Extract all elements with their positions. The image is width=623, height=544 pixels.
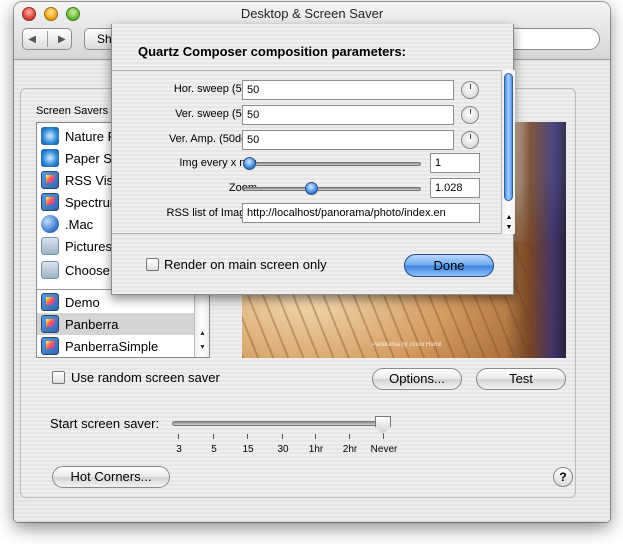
swirl-icon: [41, 127, 59, 145]
swirl-icon: [41, 149, 59, 167]
random-label: Use random screen saver: [71, 370, 220, 385]
tick-label: 3: [176, 444, 182, 455]
ver-sweep-field[interactable]: 50: [242, 105, 454, 125]
list-item[interactable]: PanberraSimple: [37, 335, 195, 357]
random-screen-saver-row[interactable]: Use random screen saver: [52, 370, 220, 385]
folder-icon: [41, 237, 59, 255]
tick-label: Never: [370, 444, 398, 455]
forward-arrow-icon[interactable]: ▶: [58, 34, 66, 45]
rss-list-field[interactable]: http://localhost/panorama/photo/index.en: [242, 203, 480, 223]
mac-screen-icon: [41, 193, 59, 211]
ver-amp-knob-icon[interactable]: [461, 131, 479, 149]
img-interval-field[interactable]: 1: [430, 153, 480, 173]
back-arrow-icon[interactable]: ◀: [28, 34, 36, 45]
sheet-title: Quartz Composer composition parameters:: [138, 44, 406, 59]
img-interval-slider-track[interactable]: [243, 162, 421, 166]
back-forward-buttons[interactable]: ◀ ▶: [22, 28, 72, 50]
ver-amp-field[interactable]: 50: [242, 130, 454, 150]
hor-sweep-field[interactable]: 50: [242, 80, 454, 100]
ver-sweep-knob-icon[interactable]: [461, 106, 479, 124]
screen-savers-label: Screen Savers: [36, 105, 109, 117]
render-main-screen-checkbox[interactable]: [146, 258, 159, 271]
folder-icon: [41, 261, 59, 279]
globe-icon: [41, 215, 59, 233]
preview-caption: Panorama by xxxxx Hamit: [372, 342, 442, 348]
test-button[interactable]: Test: [476, 368, 566, 390]
zoom-slider-thumb[interactable]: [305, 182, 318, 195]
random-checkbox[interactable]: [52, 371, 65, 384]
window-title: Desktop & Screen Saver: [240, 6, 384, 21]
tick-label: 1hr: [308, 444, 324, 455]
param-label: RSS list of Images: [166, 207, 257, 219]
param-label: Img every x min: [179, 157, 257, 169]
hor-sweep-knob-icon[interactable]: [461, 81, 479, 99]
scroll-arrows[interactable]: ▲ ▼: [195, 327, 210, 357]
render-main-screen-label: Render on main screen only: [164, 257, 327, 272]
done-button[interactable]: Done: [404, 254, 494, 277]
start-slider-track[interactable]: [172, 421, 386, 426]
options-button[interactable]: Options...: [372, 368, 462, 390]
start-screen-saver-label: Start screen saver:: [50, 416, 160, 431]
mac-screen-icon: [41, 337, 59, 355]
parameters-scrollbar[interactable]: ▲ ▼: [501, 70, 515, 234]
param-label: Hor. sweep (50s): [173, 83, 257, 95]
tick-label: 2hr: [342, 444, 358, 455]
param-label: Ver. sweep (50s): [175, 108, 257, 120]
mac-screen-icon: [41, 293, 59, 311]
hot-corners-button[interactable]: Hot Corners...: [52, 466, 170, 488]
param-label: Ver. Amp. (50deg): [168, 133, 257, 145]
tick-label: 30: [277, 444, 289, 455]
mac-screen-icon: [41, 315, 59, 333]
zoom-slider-track[interactable]: [243, 187, 421, 191]
mac-screen-icon: [41, 171, 59, 189]
composition-parameters-sheet: Quartz Composer composition parameters: …: [111, 24, 515, 295]
help-button[interactable]: ?: [553, 467, 573, 487]
parameters-panel: Hor. sweep (50s) 50 Ver. sweep (50s) 50 …: [112, 70, 515, 234]
img-interval-slider-thumb[interactable]: [243, 157, 256, 170]
tick-label: 5: [211, 444, 217, 455]
scroll-thumb[interactable]: [504, 73, 513, 201]
zoom-field[interactable]: 1.028: [430, 178, 480, 198]
param-label: Zoom: [119, 182, 257, 194]
list-item-selected[interactable]: Panberra: [37, 313, 195, 335]
tick-label: 15: [242, 444, 254, 455]
scroll-arrows[interactable]: ▲ ▼: [502, 213, 516, 233]
render-main-screen-row[interactable]: Render on main screen only: [146, 257, 327, 272]
